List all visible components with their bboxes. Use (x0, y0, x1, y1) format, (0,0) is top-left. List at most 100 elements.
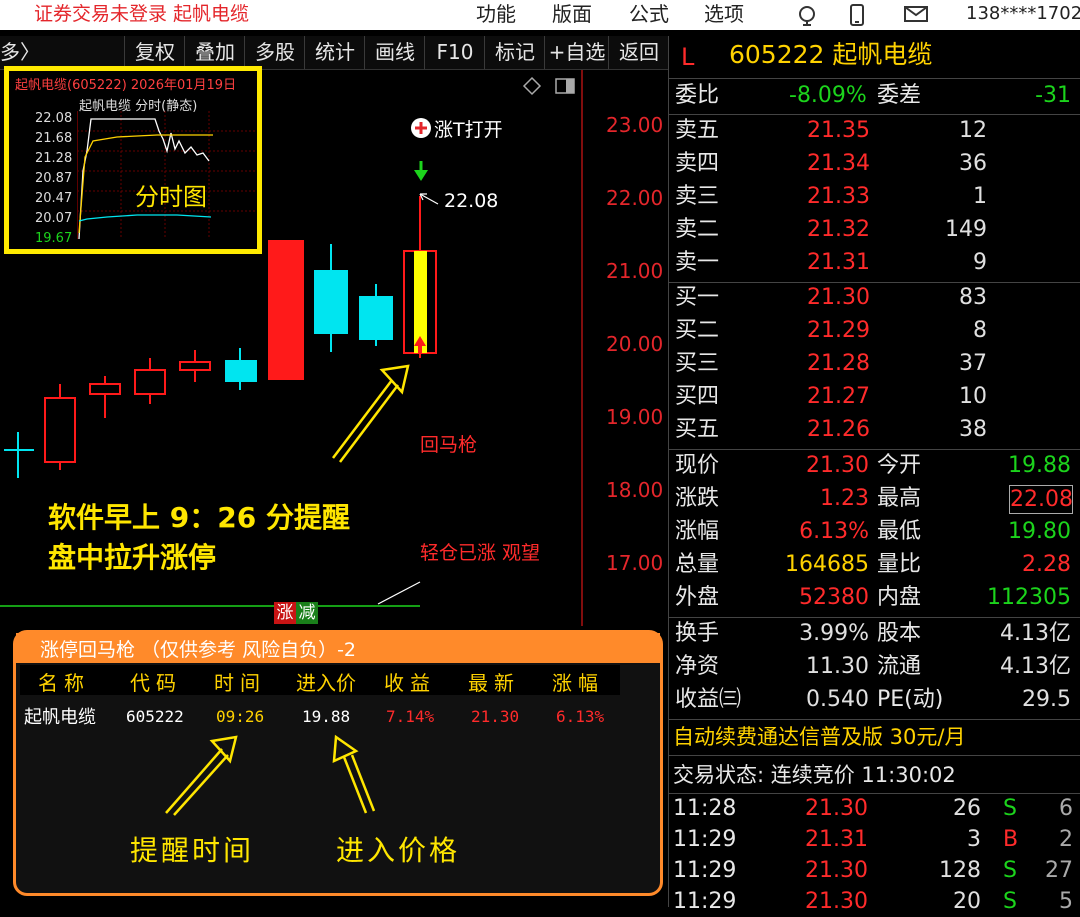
stat-high-value: 22.08 (1009, 485, 1073, 514)
trade-status: 交易状态: 连续竞价 11:30:02 (673, 763, 956, 787)
fund-capital-label: 股本 (877, 621, 922, 646)
header-time[interactable]: 时间 (214, 667, 266, 696)
diamond-icon[interactable] (522, 76, 542, 96)
price-tick-18: 18.00 (606, 478, 664, 502)
mini-chart-header: 起帆电缆(605222) 2026年01月19日 (15, 78, 237, 93)
bid-2-vol: 8 (973, 318, 987, 343)
bid-3-vol: 37 (959, 351, 987, 376)
tick-count: 6 (1059, 796, 1073, 821)
header-entry-price[interactable]: 进入价 (296, 667, 356, 696)
stat-open-label: 今开 (877, 453, 922, 478)
tick-side: S (1003, 858, 1017, 883)
header-latest[interactable]: 最新 (468, 667, 520, 696)
yellow-pointer-arrow-3 (332, 734, 376, 814)
tick-price: 21.31 (805, 827, 868, 852)
huimaqiang-annotation: 回马枪 (420, 434, 478, 456)
price-tick-21: 21.00 (606, 259, 664, 283)
menu-layout[interactable]: 版面 (552, 0, 592, 30)
mini-chart-label: 分时图 (135, 183, 207, 211)
stat-change-label: 涨跌 (675, 486, 720, 511)
phone-icon[interactable] (846, 4, 868, 26)
stat-ratio-label: 量比 (877, 552, 922, 577)
row-change: 6.13% (556, 707, 605, 726)
stat-low-value: 19.80 (1008, 519, 1071, 544)
tick-vol: 128 (939, 858, 981, 883)
stat-inner-label: 内盘 (877, 585, 922, 610)
top-menu-bar: 证券交易未登录 起帆电缆 功能 版面 公式 选项 138****1702 (0, 0, 1080, 30)
bid-1-vol: 83 (959, 285, 987, 310)
signal-label: 涨T打开 (434, 119, 503, 141)
market-marker: L (681, 43, 695, 71)
header-code[interactable]: 代码 (130, 667, 182, 696)
stat-change-value: 1.23 (820, 486, 869, 511)
toolbar-add-watchlist-button[interactable]: +自选 (544, 36, 609, 69)
ask-2-vol: 149 (945, 217, 987, 242)
weicha-value: -31 (1035, 83, 1071, 108)
intraday-mini-chart[interactable]: 起帆电缆(605222) 2026年01月19日 起帆电缆 分时(静态) 22.… (4, 66, 262, 254)
stat-high-label: 最高 (877, 486, 922, 511)
yellow-pointer-arrow-2 (165, 735, 238, 816)
header-name[interactable]: 名称 (38, 667, 90, 696)
high-price-label: 22.08 (444, 190, 499, 212)
toolbar-drawing-button[interactable]: 画线 (364, 36, 425, 69)
bid-1-label: 买一 (675, 285, 720, 310)
mini-price-0: 22.08 (35, 111, 73, 126)
ask-2-label: 卖二 (675, 217, 720, 242)
subscription-promo-link[interactable]: 自动续费通达信普及版 30元/月 (673, 722, 965, 752)
row-name: 起帆电缆 (24, 707, 96, 728)
ask-5-vol: 12 (959, 118, 987, 143)
tick-time: 11:28 (673, 796, 737, 821)
tick-time: 11:29 (673, 858, 737, 883)
ask-1-price: 21.31 (807, 250, 870, 275)
bid-5-label: 买五 (675, 417, 720, 442)
candle-7 (268, 240, 304, 380)
bid-4-price: 21.27 (807, 384, 870, 409)
ask-4-price: 21.34 (807, 151, 870, 176)
mini-price-1: 21.68 (35, 131, 73, 146)
menu-formula[interactable]: 公式 (629, 0, 669, 30)
tick-price: 21.30 (805, 858, 868, 883)
tick-price: 21.30 (805, 889, 868, 914)
toolbar-overlay-button[interactable]: 叠加 (184, 36, 245, 69)
mini-chart-lines (77, 111, 255, 239)
header-gain[interactable]: 收益 (384, 667, 436, 696)
limit-up-alert-window[interactable]: 涨停回马枪 （仅供参考 风险自负）-2 名称 代码 时间 进入价 收益 最新 涨… (13, 630, 663, 896)
more-menu-fragment[interactable]: 多〉 (0, 36, 60, 69)
indicator-down-badge[interactable]: 减 (296, 602, 318, 624)
bid-4-label: 买四 (675, 384, 720, 409)
toolbar-multi-stock-button[interactable]: 多股 (244, 36, 305, 69)
fund-nav-label: 净资 (675, 654, 720, 679)
indicator-up-badge[interactable]: 涨 (274, 602, 296, 624)
toolbar-back-button[interactable]: 返回 (608, 36, 669, 69)
stat-current-label: 现价 (675, 453, 720, 478)
toolbar-statistics-button[interactable]: 统计 (304, 36, 365, 69)
toolbar-mark-button[interactable]: 标记 (484, 36, 545, 69)
stat-volume-value: 164685 (785, 552, 869, 577)
price-tick-19: 19.00 (606, 405, 664, 429)
bid-4-vol: 10 (959, 384, 987, 409)
menu-options[interactable]: 选项 (704, 0, 744, 30)
stat-pct-label: 涨幅 (675, 519, 720, 544)
label-entry-price: 进入价格 (336, 834, 461, 867)
fund-float-label: 流通 (877, 654, 922, 679)
fund-turnover-label: 换手 (675, 621, 720, 646)
stat-inner-value: 112305 (987, 585, 1071, 610)
toolbar-fuquan-button[interactable]: 复权 (124, 36, 185, 69)
stat-volume-label: 总量 (675, 552, 720, 577)
promo-line-1: 软件早上 9：26 分提醒 (48, 501, 350, 534)
mini-price-2: 21.28 (35, 151, 73, 166)
tick-side: S (1003, 796, 1017, 821)
weibi-label: 委比 (675, 83, 720, 108)
menu-function[interactable]: 功能 (476, 0, 516, 30)
row-gain: 7.14% (386, 707, 435, 726)
header-change[interactable]: 涨幅 (552, 667, 604, 696)
ask-1-vol: 9 (973, 250, 987, 275)
toolbar-f10-button[interactable]: F10 (424, 36, 485, 69)
tick-count: 27 (1045, 858, 1073, 883)
fund-pe-value: 29.5 (1022, 687, 1071, 712)
mail-icon[interactable] (902, 4, 932, 26)
account-phone[interactable]: 138****1702 (966, 0, 1080, 28)
refresh-icon[interactable] (794, 4, 820, 26)
price-tick-23: 23.00 (606, 113, 664, 137)
tick-time: 11:29 (673, 827, 737, 852)
